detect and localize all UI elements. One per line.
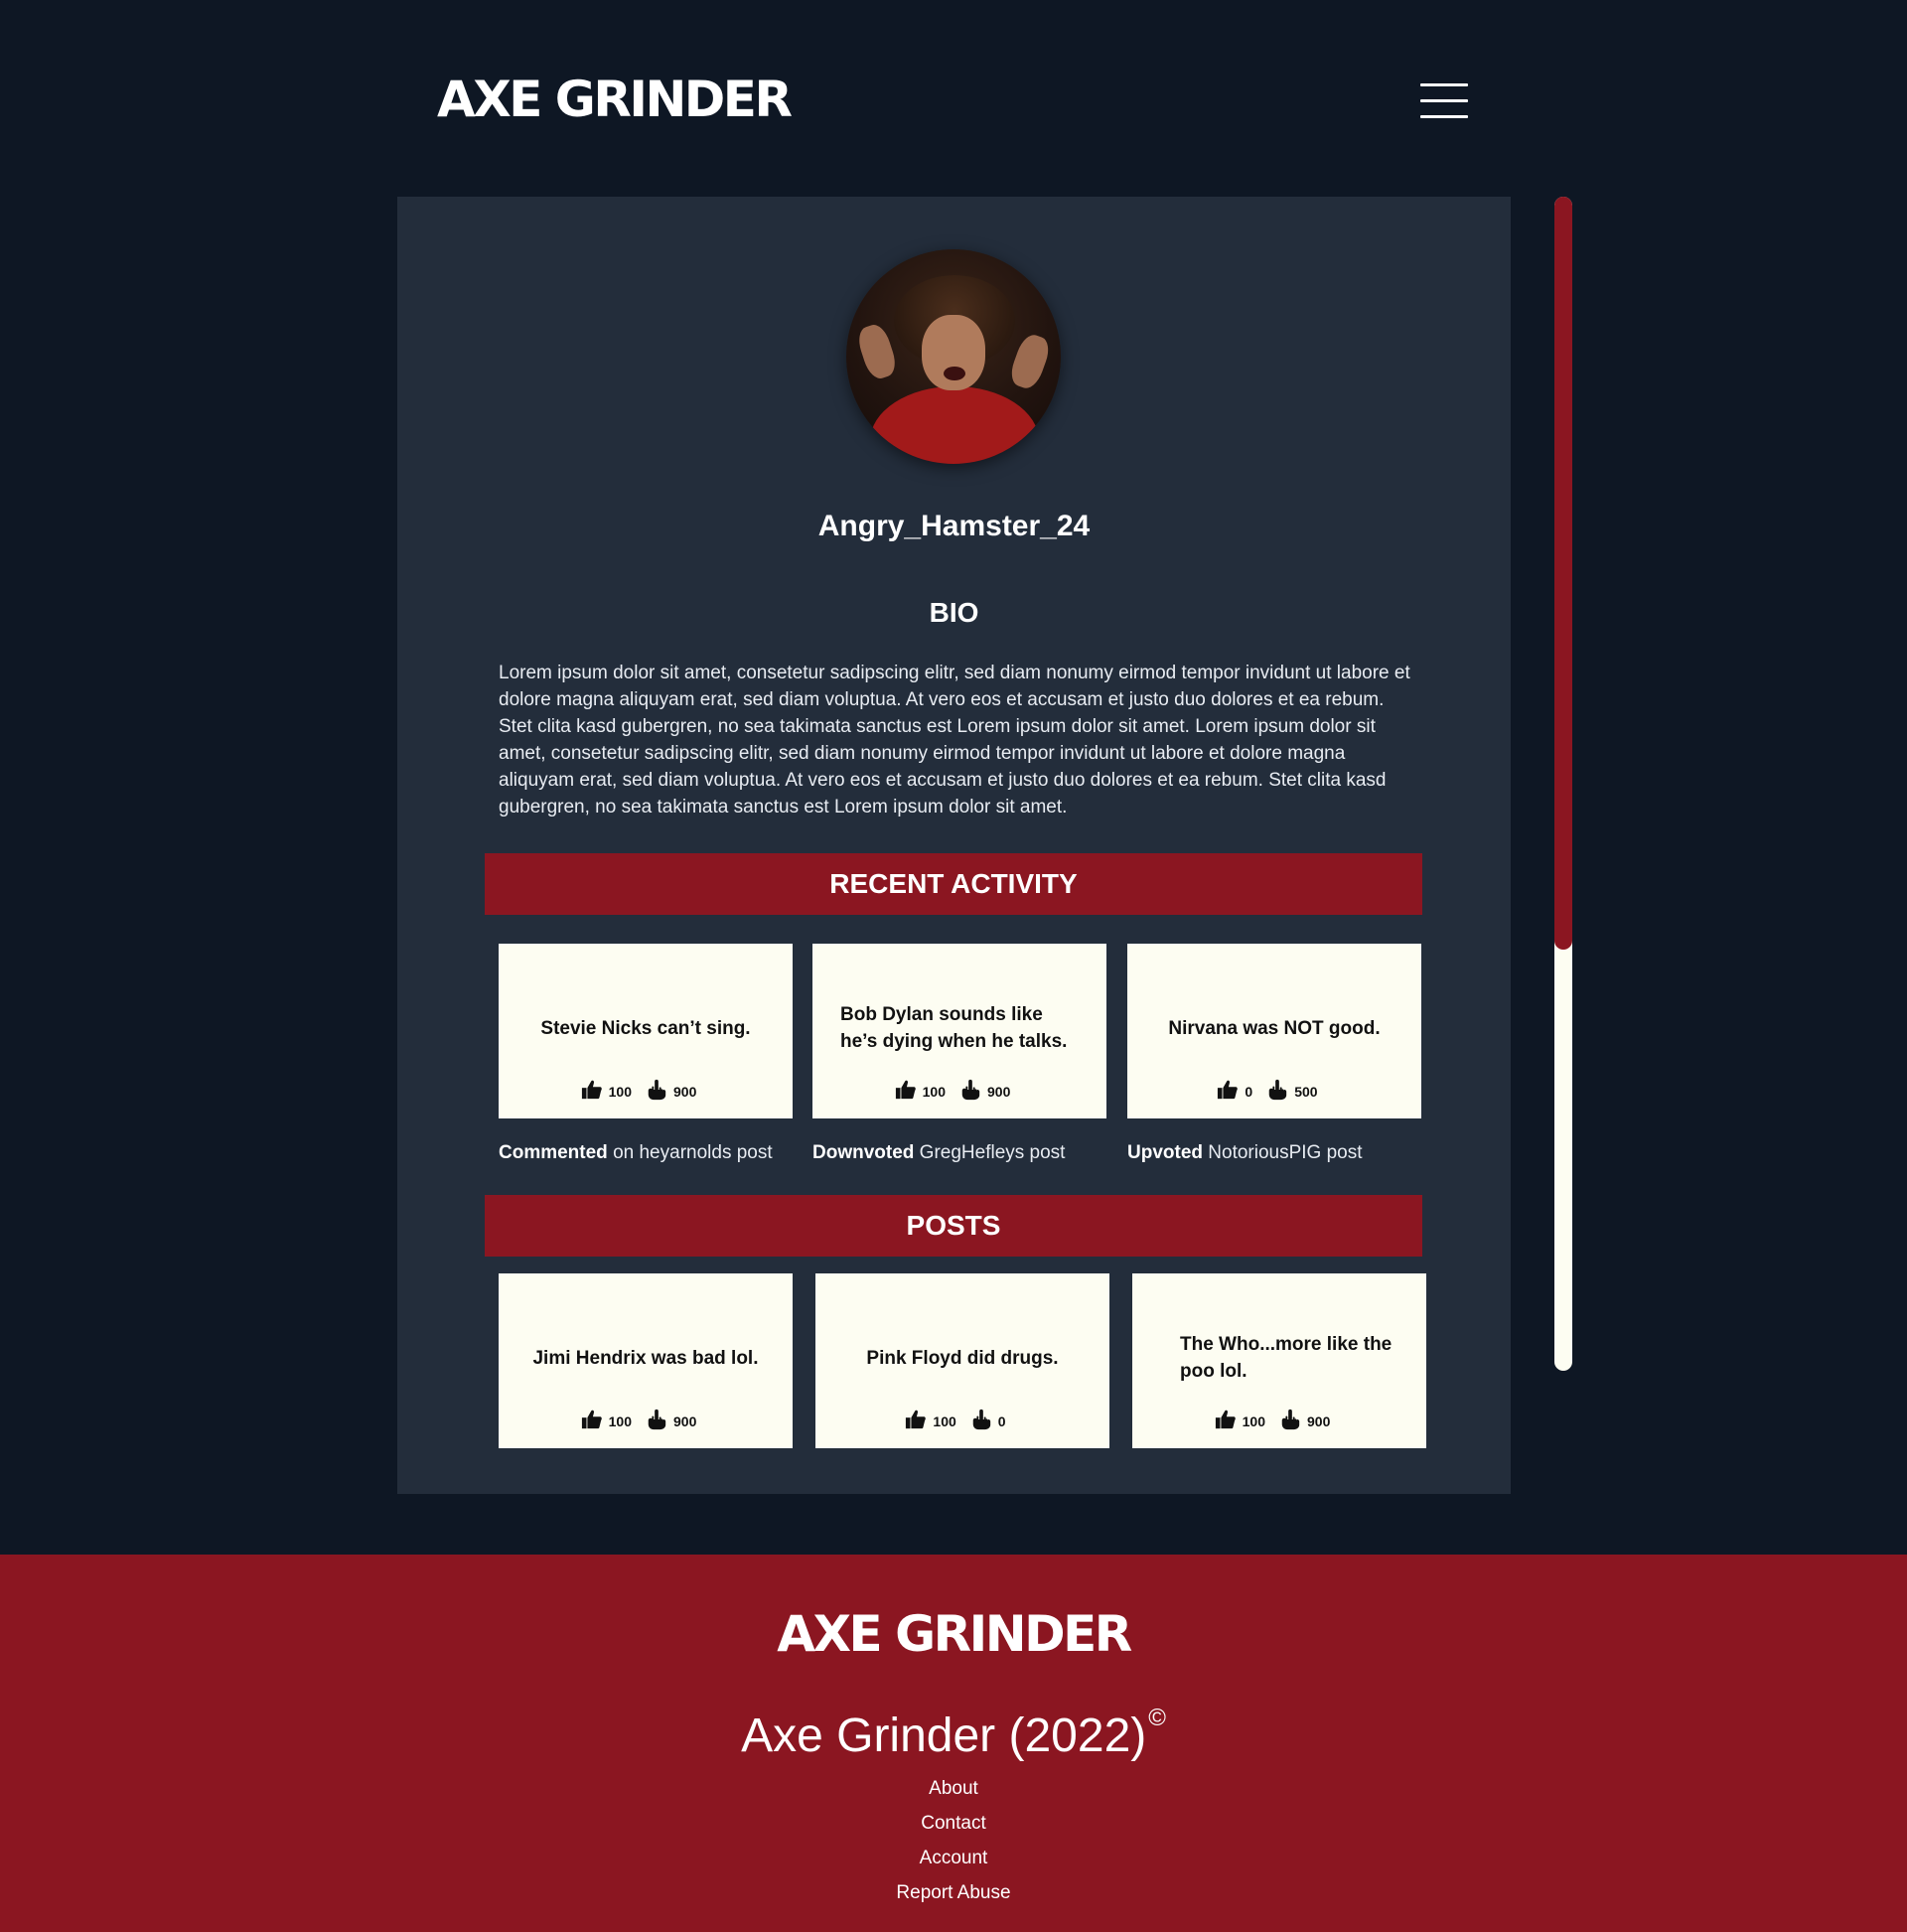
avatar: [846, 249, 1061, 464]
activity-card[interactable]: Nirvana was NOT good. 0 500: [1127, 944, 1421, 1118]
downvote-count: 0: [997, 1413, 1006, 1429]
copyright-symbol: ©: [1148, 1705, 1166, 1731]
thumbs-up-icon[interactable]: [895, 1079, 917, 1101]
posts-heading: POSTS: [485, 1195, 1422, 1257]
vote-counts: 100 0: [815, 1409, 1109, 1432]
footer-link-account[interactable]: Account: [0, 1841, 1907, 1875]
footer-logo[interactable]: AXE GRINDER: [0, 1604, 1907, 1664]
site-logo[interactable]: AXE GRINDER: [437, 70, 793, 129]
vote-counts: 100 900: [812, 1079, 1106, 1103]
bio-text: Lorem ipsum dolor sit amet, consetetur s…: [499, 663, 1410, 817]
upvote-count: 100: [608, 1084, 632, 1100]
activity-detail[interactable]: GregHefleys post: [914, 1142, 1066, 1163]
menu-line: [1420, 99, 1468, 102]
upvote-count: 100: [608, 1413, 632, 1429]
downvote-count: 900: [1307, 1413, 1331, 1429]
thumbs-up-icon[interactable]: [1217, 1079, 1239, 1101]
header: AXE GRINDER: [0, 0, 1907, 197]
activity-detail[interactable]: on heyarnolds post: [608, 1142, 773, 1163]
vote-counts: 100 900: [499, 1079, 793, 1103]
post-text: The Who...more like the poo lol.: [1180, 1334, 1393, 1382]
middle-finger-icon[interactable]: [959, 1079, 981, 1101]
middle-finger-icon[interactable]: [646, 1079, 667, 1101]
middle-finger-icon[interactable]: [1279, 1409, 1301, 1430]
thumbs-up-icon[interactable]: [1215, 1409, 1237, 1430]
menu-line: [1420, 115, 1468, 118]
bio-heading: BIO: [929, 597, 979, 628]
downvote-count: 900: [673, 1413, 697, 1429]
activity-card[interactable]: Bob Dylan sounds like he’s dying when he…: [812, 944, 1106, 1118]
post-card[interactable]: Jimi Hendrix was bad lol. 100 900: [499, 1273, 793, 1448]
footer-link-about[interactable]: About: [0, 1771, 1907, 1806]
post-text: Pink Floyd did drugs.: [866, 1348, 1059, 1369]
post-card[interactable]: Pink Floyd did drugs. 100 0: [815, 1273, 1109, 1448]
vote-counts: 100 900: [499, 1409, 793, 1432]
downvote-count: 900: [987, 1084, 1011, 1100]
activity-action: Commented: [499, 1142, 608, 1163]
footer: AXE GRINDER Axe Grinder (2022)© About Co…: [0, 1555, 1907, 1932]
thumbs-up-icon[interactable]: [581, 1409, 603, 1430]
activity-card[interactable]: Stevie Nicks can’t sing. 100 900: [499, 944, 793, 1118]
hamburger-menu-icon[interactable]: [1420, 83, 1468, 119]
username: Angry_Hamster_24: [817, 510, 1091, 542]
upvote-count: 100: [1242, 1413, 1265, 1429]
downvote-count: 500: [1294, 1084, 1318, 1100]
post-text: Jimi Hendrix was bad lol.: [532, 1348, 759, 1369]
vote-counts: 100 900: [1132, 1409, 1426, 1432]
activity-action: Upvoted: [1127, 1142, 1203, 1163]
downvote-count: 900: [673, 1084, 697, 1100]
post-text: Stevie Nicks can’t sing.: [540, 1018, 751, 1039]
thumbs-up-icon[interactable]: [905, 1409, 927, 1430]
recent-activity-heading: RECENT ACTIVITY: [485, 853, 1422, 915]
copyright-text: Axe Grinder (2022): [741, 1709, 1147, 1762]
upvote-count: 100: [922, 1084, 946, 1100]
menu-line: [1420, 83, 1468, 86]
thumbs-up-icon[interactable]: [581, 1079, 603, 1101]
activity-caption: Upvoted NotoriousPIG post: [1127, 1140, 1363, 1166]
activity-caption: Downvoted GregHefleys post: [812, 1140, 1065, 1166]
activity-caption: Commented on heyarnolds post: [499, 1140, 773, 1166]
upvote-count: 0: [1245, 1084, 1253, 1100]
upvote-count: 100: [933, 1413, 956, 1429]
middle-finger-icon[interactable]: [1266, 1079, 1288, 1101]
middle-finger-icon[interactable]: [646, 1409, 667, 1430]
post-text: Nirvana was NOT good.: [1168, 1018, 1381, 1039]
vote-counts: 0 500: [1127, 1079, 1421, 1103]
post-text: Bob Dylan sounds like he’s dying when he…: [840, 1004, 1068, 1052]
post-card[interactable]: The Who...more like the poo lol. 100 900: [1132, 1273, 1426, 1448]
footer-link-report-abuse[interactable]: Report Abuse: [0, 1875, 1907, 1910]
scrollbar-thumb[interactable]: [1554, 197, 1572, 950]
profile-card: Angry_Hamster_24 BIO Lorem ipsum dolor s…: [397, 197, 1511, 1494]
footer-copyright: Axe Grinder (2022)©: [0, 1689, 1907, 1766]
scrollbar[interactable]: [1554, 197, 1572, 1371]
footer-links: About Contact Account Report Abuse: [0, 1771, 1907, 1910]
activity-detail[interactable]: NotoriousPIG post: [1203, 1142, 1362, 1163]
footer-link-contact[interactable]: Contact: [0, 1806, 1907, 1841]
activity-action: Downvoted: [812, 1142, 915, 1163]
middle-finger-icon[interactable]: [970, 1409, 992, 1430]
